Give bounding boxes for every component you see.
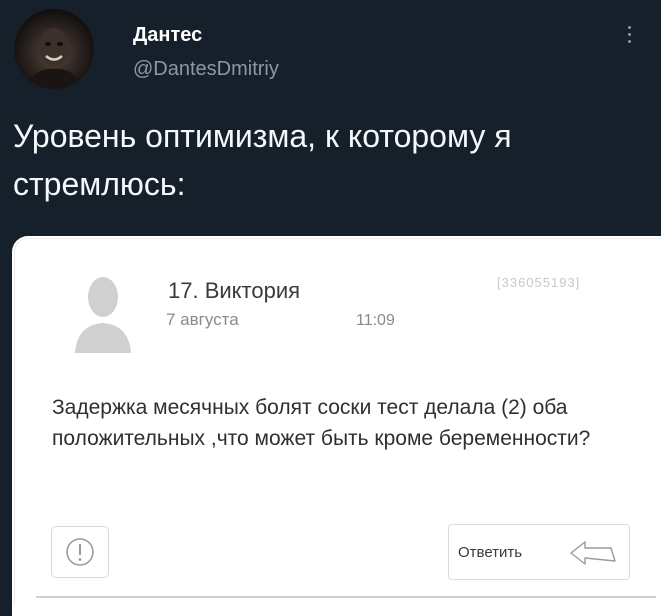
post-body: Задержка месячных болят соски тест делал… <box>52 396 591 450</box>
divider <box>36 596 656 598</box>
reply-arrow-icon <box>570 541 616 565</box>
reply-label: Ответить <box>458 544 523 561</box>
post-time: 11:09 <box>356 312 395 329</box>
exclamation-circle-icon <box>66 538 94 566</box>
post-date: 7 августа <box>166 310 239 329</box>
user-handle[interactable]: @DantesDmitriy <box>133 58 279 81</box>
avatar[interactable] <box>14 9 94 89</box>
reply-button: Ответить <box>448 524 630 580</box>
tweet-text: Уровень оптимизма, к которому я стремлюс… <box>13 118 512 202</box>
user-silhouette-icon <box>73 273 133 358</box>
post-author: 17. Виктория <box>168 278 301 303</box>
more-vertical-icon[interactable] <box>624 26 634 43</box>
display-name[interactable]: Дантес <box>133 24 202 47</box>
post-id: [336055193] <box>497 275 581 290</box>
report-button <box>51 526 109 578</box>
